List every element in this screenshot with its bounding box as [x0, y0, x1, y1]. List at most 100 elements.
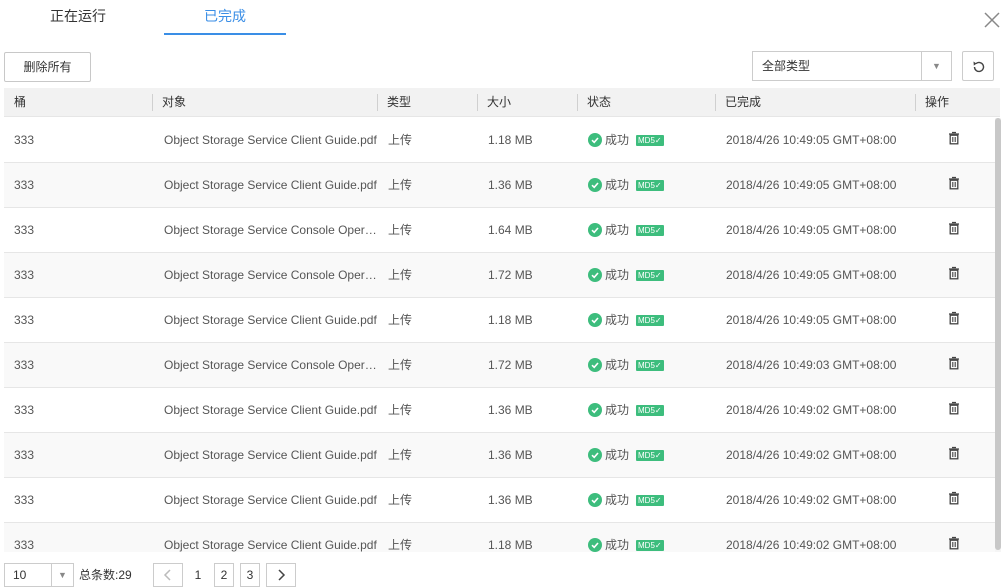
close-icon[interactable] [982, 10, 1002, 30]
check-circle-icon [588, 448, 602, 462]
trash-icon[interactable] [948, 344, 960, 387]
delete-all-button[interactable]: 删除所有 [4, 52, 91, 82]
cell-object: Object Storage Service Client Guide.pdf [164, 313, 377, 327]
task-table: 桶 对象 类型 大小 状态 已完成 操作 333 Object Storage S… [4, 88, 1000, 552]
header-completed: 已完成 [715, 88, 915, 117]
table-row[interactable]: 333 Object Storage Service Client Guide.p… [4, 433, 998, 478]
table-body: 333 Object Storage Service Client Guide.p… [4, 118, 998, 552]
cell-completed: 2018/4/26 10:49:05 GMT+08:00 [726, 268, 897, 282]
refresh-icon [973, 61, 985, 73]
cell-completed: 2018/4/26 10:49:05 GMT+08:00 [726, 313, 897, 327]
cell-object: Object Storage Service Client Guide.pdf [164, 538, 377, 552]
status-text: 成功 [605, 358, 630, 372]
cell-size: 1.18 MB [488, 538, 533, 552]
cell-completed: 2018/4/26 10:49:02 GMT+08:00 [726, 448, 897, 462]
table-row[interactable]: 333 Object Storage Service Client Guide.p… [4, 478, 998, 523]
scrollbar-thumb[interactable] [995, 118, 1001, 550]
total-count: 总条数:29 [79, 568, 132, 582]
trash-icon[interactable] [948, 479, 960, 522]
tab-running[interactable]: 正在运行 [17, 0, 139, 35]
cell-status: 成功 MD5✓ [578, 388, 716, 432]
header-status: 状态 [577, 88, 715, 117]
trash-icon[interactable] [948, 389, 960, 432]
status-badge: 成功 MD5✓ [588, 253, 664, 297]
cell-bucket: 333 [14, 223, 35, 237]
trash-icon[interactable] [948, 254, 960, 297]
tab-completed[interactable]: 已完成 [164, 0, 286, 35]
cell-completed: 2018/4/26 10:49:03 GMT+08:00 [726, 358, 897, 372]
status-text: 成功 [605, 133, 630, 147]
table-row[interactable]: 333 Object Storage Service Console Operat… [4, 253, 998, 298]
status-text: 成功 [605, 403, 630, 417]
cell-actions [938, 208, 998, 252]
check-circle-icon [588, 268, 602, 282]
trash-icon[interactable] [948, 164, 960, 207]
status-badge: 成功 MD5✓ [588, 343, 664, 387]
trash-icon[interactable] [948, 119, 960, 162]
cell-object: Object Storage Service Client Guide.pdf [164, 493, 377, 507]
cell-object: Object Storage Service Console Operation… [164, 268, 378, 282]
trash-icon[interactable] [948, 434, 960, 477]
cell-type: 上传 [388, 403, 413, 417]
md5-badge: MD5✓ [636, 224, 664, 236]
trash-icon[interactable] [948, 524, 960, 552]
cell-size: 1.18 MB [488, 133, 533, 147]
cell-actions [938, 253, 998, 297]
table-row[interactable]: 333 Object Storage Service Client Guide.p… [4, 523, 998, 552]
page-2-button[interactable]: 2 [214, 563, 234, 587]
cell-object: Object Storage Service Console Operation… [164, 223, 378, 237]
md5-badge: MD5✓ [636, 449, 664, 461]
cell-size: 1.36 MB [488, 493, 533, 507]
trash-icon[interactable] [948, 299, 960, 342]
cell-actions [938, 433, 998, 477]
type-filter-select[interactable]: 全部类型 ▼ [752, 51, 952, 81]
page-size-select[interactable]: 10 ▼ [4, 563, 74, 587]
cell-status: 成功 MD5✓ [578, 298, 716, 342]
next-page-button[interactable] [266, 563, 296, 587]
cell-size: 1.64 MB [488, 223, 533, 237]
md5-badge: MD5✓ [636, 539, 664, 551]
chevron-down-icon[interactable]: ▼ [51, 564, 73, 586]
table-row[interactable]: 333 Object Storage Service Client Guide.p… [4, 118, 998, 163]
cell-size: 1.18 MB [488, 313, 533, 327]
cell-completed: 2018/4/26 10:49:05 GMT+08:00 [726, 178, 897, 192]
table-row[interactable]: 333 Object Storage Service Console Operat… [4, 343, 998, 388]
status-badge: 成功 MD5✓ [588, 298, 664, 342]
cell-completed: 2018/4/26 10:49:02 GMT+08:00 [726, 493, 897, 507]
cell-actions [938, 343, 998, 387]
check-circle-icon [588, 493, 602, 507]
cell-status: 成功 MD5✓ [578, 523, 716, 552]
cell-object: Object Storage Service Console Operation… [164, 358, 378, 372]
cell-status: 成功 MD5✓ [578, 478, 716, 522]
chevron-down-icon[interactable]: ▼ [921, 52, 951, 80]
page-1-button[interactable]: 1 [188, 563, 208, 587]
cell-type: 上传 [388, 268, 413, 282]
trash-icon[interactable] [948, 209, 960, 252]
status-text: 成功 [605, 493, 630, 507]
table-row[interactable]: 333 Object Storage Service Client Guide.p… [4, 163, 998, 208]
cell-object: Object Storage Service Client Guide.pdf [164, 178, 377, 192]
cell-actions [938, 388, 998, 432]
header-object: 对象 [152, 88, 376, 117]
cell-status: 成功 MD5✓ [578, 163, 716, 207]
cell-type: 上传 [388, 538, 413, 552]
cell-type: 上传 [388, 178, 413, 192]
cell-bucket: 333 [14, 538, 35, 552]
table-row[interactable]: 333 Object Storage Service Console Operat… [4, 208, 998, 253]
page-3-button[interactable]: 3 [240, 563, 260, 587]
prev-page-button[interactable] [153, 563, 183, 587]
cell-status: 成功 MD5✓ [578, 343, 716, 387]
refresh-button[interactable] [962, 51, 994, 81]
tab-bar: 正在运行 已完成 [0, 0, 1006, 35]
cell-type: 上传 [388, 448, 413, 462]
md5-badge: MD5✓ [636, 404, 664, 416]
status-badge: 成功 MD5✓ [588, 433, 664, 477]
check-circle-icon [588, 223, 602, 237]
cell-bucket: 333 [14, 493, 35, 507]
table-row[interactable]: 333 Object Storage Service Client Guide.p… [4, 298, 998, 343]
table-row[interactable]: 333 Object Storage Service Client Guide.p… [4, 388, 998, 433]
cell-status: 成功 MD5✓ [578, 208, 716, 252]
status-badge: 成功 MD5✓ [588, 163, 664, 207]
md5-badge: MD5✓ [636, 494, 664, 506]
cell-actions [938, 298, 998, 342]
